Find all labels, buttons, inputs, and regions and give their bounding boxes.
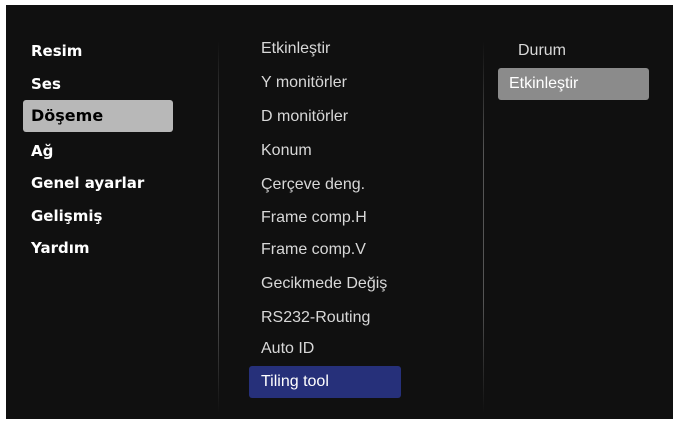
column-divider [483, 41, 484, 413]
submenu-item-d-monitorler[interactable]: D monitörler [249, 101, 401, 133]
menu-item-ag[interactable]: Ağ [23, 135, 173, 167]
submenu-item-konum[interactable]: Konum [249, 135, 401, 167]
submenu-item-gecikmede-degis[interactable]: Gecikmede Değiş [249, 268, 401, 300]
submenu-item-auto-id[interactable]: Auto ID [249, 333, 401, 365]
option-item-etkinlestir[interactable]: Etkinleştir [498, 68, 649, 100]
osd-menu-screen: Resim Ses Döşeme Ağ Genel ayarlar Gelişm… [6, 5, 673, 419]
menu-item-ses[interactable]: Ses [23, 68, 173, 100]
option-item-durum[interactable]: Durum [498, 35, 649, 67]
menu-item-gelismis[interactable]: Gelişmiş [23, 200, 173, 232]
menu-item-doseme[interactable]: Döşeme [23, 100, 173, 132]
column-divider [218, 41, 219, 413]
menu-item-yardim[interactable]: Yardım [23, 232, 173, 264]
submenu-item-frame-comp-v[interactable]: Frame comp.V [249, 234, 401, 266]
submenu-item-frame-comp-h[interactable]: Frame comp.H [249, 202, 401, 234]
submenu-item-etkinlestir[interactable]: Etkinleştir [249, 33, 401, 65]
menu-item-genel-ayarlar[interactable]: Genel ayarlar [23, 167, 173, 199]
submenu-item-y-monitorler[interactable]: Y monitörler [249, 67, 401, 99]
submenu-item-cerceve-deng[interactable]: Çerçeve deng. [249, 169, 401, 201]
submenu-item-tiling-tool[interactable]: Tiling tool [249, 366, 401, 398]
menu-item-resim[interactable]: Resim [23, 35, 173, 67]
submenu-item-rs232-routing[interactable]: RS232-Routing [249, 302, 401, 334]
